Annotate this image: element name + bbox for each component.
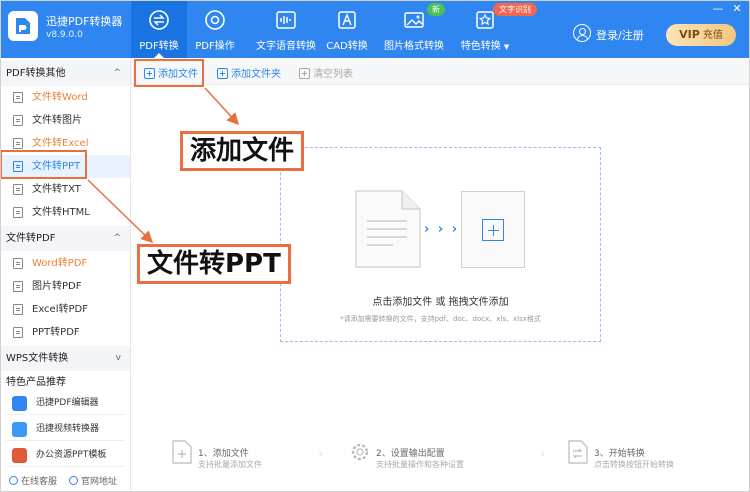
callout-file-to-ppt: 文件转PPT xyxy=(137,244,291,284)
arrow-to-ppt-callout xyxy=(87,179,154,244)
annotation-arrows xyxy=(87,87,240,244)
arrow-to-add-file-callout xyxy=(204,87,240,126)
callout-add-file: 添加文件 xyxy=(180,131,305,171)
